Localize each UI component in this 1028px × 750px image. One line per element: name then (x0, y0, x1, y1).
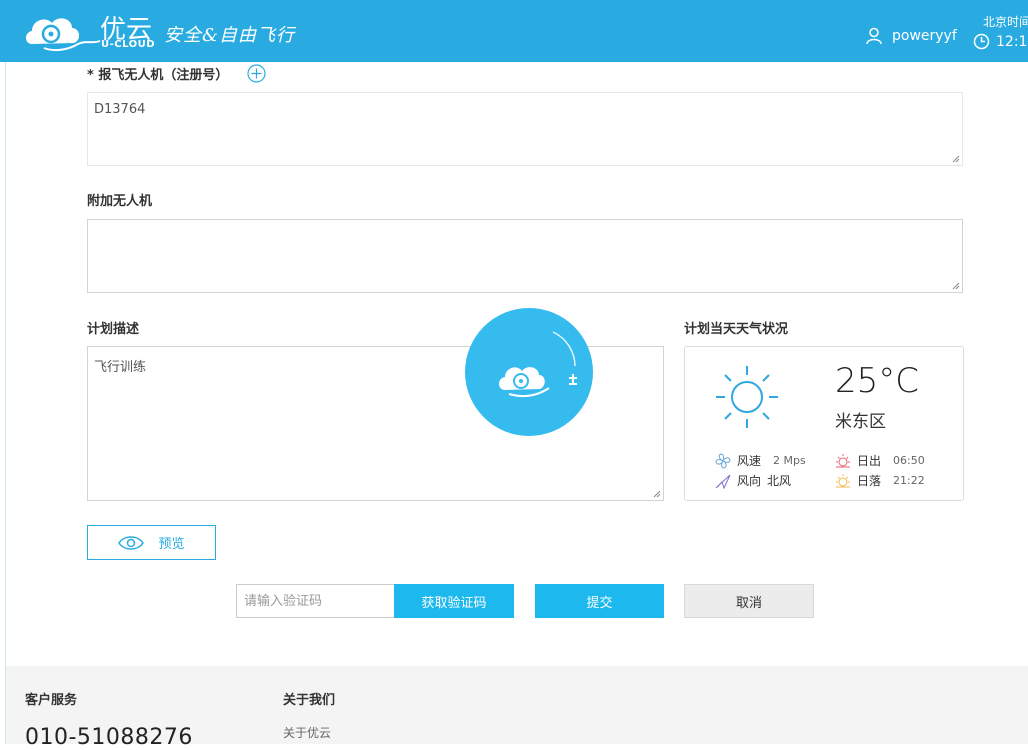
wind-direction-label: 风向 (737, 474, 762, 488)
wind-direction-value: 北风 (767, 474, 792, 488)
user-icon (866, 27, 882, 45)
username: poweryyf (892, 28, 957, 44)
drone-field-label: * 报飞无人机（注册号） (87, 68, 229, 83)
wind-speed-value: 2 Mps (773, 454, 806, 467)
resize-handle-icon[interactable] (652, 489, 661, 498)
customer-service-title: 客户服务 (25, 693, 78, 708)
drone-registration-value: D13764 (94, 102, 146, 117)
wind-speed-label: 风速 (737, 454, 762, 468)
clock-display: 12:12 (973, 33, 1028, 50)
header-slogan: 安全&自由飞行 (164, 25, 296, 46)
weather-label: 计划当天天气状况 (684, 322, 789, 337)
loading-cloud-icon (499, 331, 577, 397)
clock-label: 北京时间 (983, 15, 1028, 29)
resize-handle-icon[interactable] (951, 154, 960, 163)
footer: 客户服务 010-51088276 关于我们 关于优云 (6, 666, 1028, 750)
sunny-icon (716, 366, 778, 428)
fan-icon (715, 452, 731, 469)
cloud-logo-icon (26, 18, 101, 52)
about-us-title: 关于我们 (283, 693, 336, 708)
wind-direction-icon (715, 474, 731, 489)
preview-button[interactable]: 预览 (87, 525, 216, 560)
top-header: 优云 U-CLOUD 安全&自由飞行 poweryyf 北京时间 12:12 (0, 0, 1028, 62)
sunset-row: 日落 21:22 (835, 472, 925, 489)
loading-spinner (465, 308, 593, 436)
sunrise-icon (836, 453, 850, 467)
sunset-icon (836, 473, 850, 487)
wind-direction-row: 风向 北风 (715, 472, 791, 489)
plan-description-label: 计划描述 (87, 322, 140, 337)
submit-button[interactable]: 提交 (535, 584, 664, 618)
district-name: 米东区 (835, 412, 886, 432)
resize-handle-icon[interactable] (951, 281, 960, 290)
extra-drone-field[interactable] (87, 219, 963, 293)
service-phone: 010-51088276 (25, 725, 193, 750)
wind-speed-row: 风速 2 Mps (715, 452, 806, 469)
eye-icon (118, 535, 145, 550)
about-company-link[interactable]: 关于优云 (283, 724, 331, 741)
drone-registration-field[interactable]: D13764 (87, 92, 963, 166)
clock-icon (973, 33, 990, 50)
logo-english-text: U-CLOUD (101, 39, 156, 50)
sunrise-value: 06:50 (893, 454, 925, 467)
user-menu[interactable]: poweryyf (866, 27, 957, 45)
get-code-button[interactable]: 获取验证码 (394, 584, 514, 618)
temperature: 25°C (835, 361, 920, 401)
plan-description-value: 飞行训练 (94, 360, 147, 375)
page-left-border (5, 62, 6, 744)
add-drone-icon[interactable] (247, 64, 266, 83)
weather-card: 25°C 米东区 风速 2 Mps 风向 北风 日出 06:50 日落 21:2… (684, 346, 964, 501)
clock-time: 12:12 (996, 33, 1028, 50)
sunrise-row: 日出 06:50 (835, 452, 925, 469)
cancel-button[interactable]: 取消 (684, 584, 814, 618)
sunset-label: 日落 (857, 474, 882, 488)
extra-drone-label: 附加无人机 (87, 194, 153, 209)
preview-label: 预览 (158, 537, 185, 552)
sunrise-label: 日出 (857, 454, 882, 468)
sunset-value: 21:22 (893, 474, 925, 487)
verification-code-input[interactable] (236, 584, 395, 618)
